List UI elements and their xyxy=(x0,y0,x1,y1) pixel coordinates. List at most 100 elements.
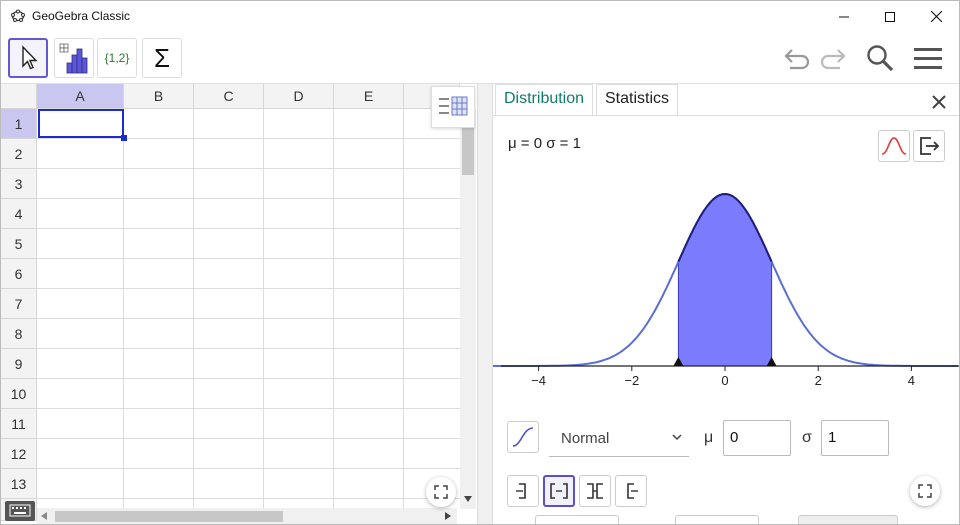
right-sided-icon xyxy=(627,483,638,499)
grid-line xyxy=(37,168,461,169)
tab-distribution[interactable]: Distribution xyxy=(495,84,594,115)
distribution-dropdown[interactable]: Normal xyxy=(549,421,689,457)
bar-chart-grid-icon xyxy=(59,43,88,74)
main-menu-button[interactable] xyxy=(911,40,945,76)
undo-button[interactable] xyxy=(780,40,814,76)
fullscreen-button-probability[interactable] xyxy=(910,476,940,506)
left-sided-interval-button[interactable] xyxy=(507,475,539,507)
sum-tool-button[interactable]: Σ xyxy=(142,38,182,78)
distribution-dropdown-value: Normal xyxy=(561,430,610,447)
keyboard-toggle-button[interactable] xyxy=(5,501,35,521)
row-header-7[interactable]: 7 xyxy=(1,289,37,319)
scroll-down-arrow-icon[interactable] xyxy=(464,496,472,502)
two-tailed-button[interactable] xyxy=(579,475,611,507)
distribution-plot[interactable]: −4 −2 0 2 4 xyxy=(493,174,959,394)
export-button[interactable] xyxy=(913,130,945,162)
x-tick-label: 4 xyxy=(908,373,915,388)
minimize-icon xyxy=(839,16,849,17)
row-header-8[interactable]: 8 xyxy=(1,319,37,349)
grid-line xyxy=(123,109,124,521)
close-view-icon[interactable] xyxy=(930,93,948,111)
grid-line xyxy=(37,378,461,379)
view-splitter[interactable] xyxy=(477,84,493,524)
right-sided-interval-button[interactable] xyxy=(615,475,647,507)
probability-field-stub[interactable] xyxy=(675,515,759,524)
grid-line xyxy=(37,288,461,289)
column-header-b[interactable]: B xyxy=(124,84,194,109)
row-header-6[interactable]: 6 xyxy=(1,259,37,289)
window-title: GeoGebra Classic xyxy=(32,9,131,23)
search-button[interactable] xyxy=(863,40,897,76)
normal-curve-icon xyxy=(881,137,907,155)
grid-line xyxy=(37,198,461,199)
row-header-9[interactable]: 9 xyxy=(1,349,37,379)
sigma-input[interactable]: 1 xyxy=(821,420,889,456)
probability-field-stub[interactable] xyxy=(535,515,619,524)
create-list-tool-button[interactable]: {1,2} xyxy=(97,38,137,78)
shaded-probability-area xyxy=(677,193,773,367)
column-header-c[interactable]: C xyxy=(194,84,264,109)
row-header-10[interactable]: 10 xyxy=(1,379,37,409)
overlay-normal-curve-button[interactable] xyxy=(878,130,910,162)
grid-line xyxy=(37,498,461,499)
horizontal-scrollbar[interactable] xyxy=(37,508,457,524)
mu-label: μ xyxy=(704,429,714,446)
scroll-left-arrow-icon[interactable] xyxy=(41,512,47,520)
vertical-scroll-thumb[interactable] xyxy=(462,127,474,175)
row-header-2[interactable]: 2 xyxy=(1,139,37,169)
grid-line xyxy=(193,109,194,521)
x-tick-label: −4 xyxy=(531,373,546,388)
column-header-e[interactable]: E xyxy=(334,84,404,109)
regression-tool-button[interactable] xyxy=(54,38,94,78)
grid-line xyxy=(37,408,461,409)
row-header-13[interactable]: 13 xyxy=(1,469,37,499)
left-sided-icon xyxy=(516,483,526,499)
cumulative-toggle-button[interactable] xyxy=(507,421,539,453)
spreadsheet-style-bar-button[interactable] xyxy=(431,86,475,128)
toolbar: {1,2} Σ xyxy=(1,32,959,84)
maximize-icon xyxy=(885,11,895,22)
scroll-right-arrow-icon[interactable] xyxy=(445,512,451,520)
vertical-scrollbar[interactable] xyxy=(460,109,476,509)
mu-input[interactable]: 0 xyxy=(723,420,791,456)
create-list-label: {1,2} xyxy=(104,51,130,65)
move-tool-button[interactable] xyxy=(8,38,48,78)
geogebra-window: GeoGebra Classic {1,2} Σ A B C D E 1 2 3… xyxy=(0,0,960,525)
tab-statistics[interactable]: Statistics xyxy=(596,84,679,115)
selected-cell-a1[interactable] xyxy=(38,109,124,138)
row-header-4[interactable]: 4 xyxy=(1,199,37,229)
row-header-11[interactable]: 11 xyxy=(1,409,37,439)
sheet-corner xyxy=(1,84,37,109)
sigma-label: σ xyxy=(802,429,812,446)
fullscreen-button[interactable] xyxy=(426,477,456,507)
x-tick-label: 2 xyxy=(815,373,822,388)
sum-icon: Σ xyxy=(153,42,171,73)
probability-field-stub[interactable] xyxy=(798,515,898,524)
grid-line xyxy=(37,468,461,469)
close-icon xyxy=(930,11,942,22)
interval-icon xyxy=(550,483,568,499)
row-header-3[interactable]: 3 xyxy=(1,169,37,199)
grid-line xyxy=(403,109,404,521)
export-icon xyxy=(920,137,940,155)
maximize-button[interactable] xyxy=(867,1,913,32)
grid-line xyxy=(37,318,461,319)
column-header-a[interactable]: A xyxy=(37,84,124,109)
horizontal-scroll-thumb[interactable] xyxy=(55,511,283,522)
redo-button[interactable] xyxy=(816,40,850,76)
grid-line xyxy=(263,109,264,521)
fullscreen-icon xyxy=(918,484,932,498)
probability-calculator: Distribution Statistics μ = 0 σ = 1 −4 −2… xyxy=(493,84,959,524)
row-header-12[interactable]: 12 xyxy=(1,439,37,469)
column-header-d[interactable]: D xyxy=(264,84,334,109)
minimize-button[interactable] xyxy=(821,1,867,32)
fill-handle[interactable] xyxy=(121,135,127,141)
interval-button[interactable] xyxy=(543,475,575,507)
close-window-button[interactable] xyxy=(913,1,959,32)
hamburger-menu-icon xyxy=(914,48,942,69)
grid-line xyxy=(37,138,461,139)
spreadsheet-view: A B C D E 1 2 3 4 5 6 7 8 9 10 11 12 13 … xyxy=(1,84,477,524)
row-header-1[interactable]: 1 xyxy=(1,109,37,139)
cursor-arrow-icon xyxy=(22,45,38,70)
row-header-5[interactable]: 5 xyxy=(1,229,37,259)
